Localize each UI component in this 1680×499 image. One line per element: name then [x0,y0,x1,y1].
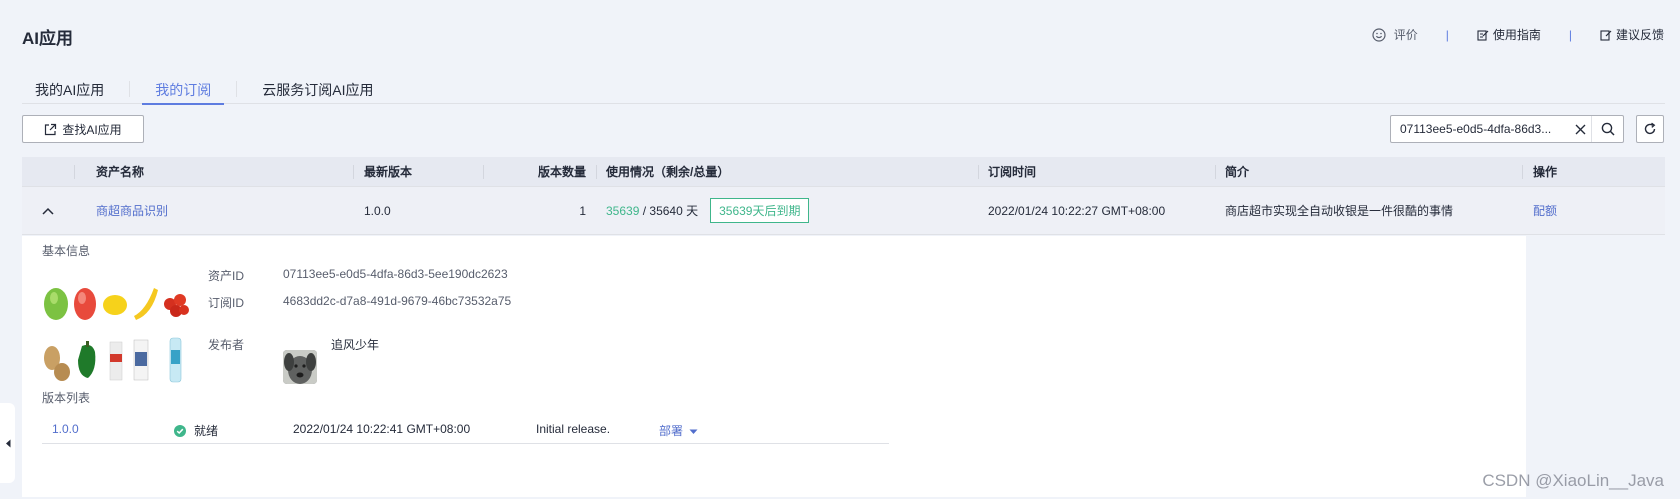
intro-cell: 商店超市实现全自动收银是一件很酷的事情 [1225,204,1454,218]
smile-icon [1372,27,1386,42]
chevron-up-icon [42,207,54,215]
expand-column-header [22,157,74,187]
subscribe-time-cell: 2022/01/24 10:22:27 GMT+08:00 [988,203,1166,218]
column-usage: 使用情况（剩余/总量） [596,157,978,187]
column-subscribe-time: 订阅时间 [978,157,1215,187]
subscription-table: 资产名称 最新版本 版本数量 使用情况（剩余/总量） 订阅时间 简介 操作 商超… [22,157,1665,235]
version-count-cell: 1 [579,203,586,218]
search-input[interactable] [1391,116,1569,142]
latest-version-cell: 1.0.0 [364,203,391,218]
caret-left-icon [5,439,10,447]
publisher-avatar [283,350,317,384]
deploy-dropdown[interactable]: 部署 [659,422,698,439]
expanded-detail-panel: 基本信息 资产ID 07113ee5-e0d5-4dfa-86d3-5ee190… [22,236,1526,497]
column-asset-name: 资产名称 [74,157,353,187]
watermark: CSDN @XiaoLin__Java [1482,471,1664,490]
basic-info-title: 基本信息 [42,244,91,258]
find-ai-app-label: 查找AI应用 [62,122,122,137]
asset-id-label: 资产ID [208,269,245,283]
actions-cell: 配额 [1522,187,1665,235]
success-check-icon [174,425,186,437]
top-links: 评价 | 使用指南 | 建议反馈 [1372,26,1664,43]
publisher-label: 发布者 [208,338,245,352]
table-header: 资产名称 最新版本 版本数量 使用情况（剩余/总量） 订阅时间 简介 操作 [22,157,1665,187]
rate-label: 评价 [1393,28,1418,42]
page-title: AI应用 [22,29,73,48]
version-desc: Initial release. [536,422,611,436]
table-row: 商超商品识别 1.0.0 1 35639 / 35640 天 35639天后到期… [22,187,1665,235]
asset-name-cell: 商超商品识别 [74,187,353,235]
search-box [1390,115,1624,143]
column-intro: 简介 [1215,157,1522,187]
version-link[interactable]: 1.0.0 [52,422,79,436]
rate-link[interactable]: 评价 [1372,26,1418,43]
subscribe-id-label: 订阅ID [208,296,245,310]
external-link-icon [45,123,57,135]
top-separator: | [1568,27,1572,42]
caret-down-icon [689,429,698,434]
tab-bar: 我的AI应用 我的订阅 云服务订阅AI应用 [22,70,1665,105]
column-actions: 操作 [1522,157,1665,187]
refresh-icon [1644,122,1656,135]
feedback-link[interactable]: 建议反馈 [1600,26,1664,43]
find-ai-app-button[interactable]: 查找AI应用 [22,115,144,143]
version-list-title: 版本列表 [42,391,91,405]
publisher-name: 追风少年 [331,338,380,352]
usage-total: 35640 天 [649,204,699,218]
tab-my-ai-apps[interactable]: 我的AI应用 [22,70,117,104]
close-icon [1575,124,1585,134]
top-separator: | [1445,27,1449,42]
version-time: 2022/01/24 10:22:41 GMT+08:00 [293,422,471,436]
search-icon [1601,122,1615,136]
asset-name-link[interactable]: 商超商品识别 [96,202,168,219]
quota-link[interactable]: 配额 [1533,202,1557,219]
tab-divider [129,81,131,97]
tab-divider [236,81,238,97]
usage-cell: 35639 / 35640 天 35639天后到期 [596,187,978,235]
usage-remaining: 35639 [606,203,640,218]
guide-link[interactable]: 使用指南 [1477,26,1541,43]
expire-badge: 35639天后到期 [710,198,810,223]
tab-cloud-subscriptions[interactable]: 云服务订阅AI应用 [249,70,386,104]
column-latest-version: 最新版本 [353,157,483,187]
version-status-label: 就绪 [194,424,219,438]
guide-icon [1477,29,1489,41]
subscribe-id-value: 4683dd2c-d7a8-491d-9679-46bc73532a75 [283,294,512,308]
asset-id-value: 07113ee5-e0d5-4dfa-86d3-5ee190dc2623 [283,267,508,281]
search-button[interactable] [1591,116,1623,142]
dog-avatar-icon [283,350,317,384]
edit-icon [1600,29,1612,41]
side-collapse-handle[interactable] [0,403,15,483]
version-row: 1.0.0 就绪 2022/01/24 10:22:41 GMT+08:00 I… [42,414,889,444]
clear-search-button[interactable] [1569,116,1591,142]
feedback-label: 建议反馈 [1615,28,1664,42]
tab-my-subscriptions[interactable]: 我的订阅 [142,70,225,105]
product-thumbnail [44,288,189,383]
refresh-button[interactable] [1636,115,1664,143]
guide-label: 使用指南 [1492,28,1541,42]
version-status: 就绪 [174,422,218,439]
deploy-label: 部署 [659,424,684,438]
column-version-count: 版本数量 [483,157,596,187]
usage-separator: / [639,203,650,218]
collapse-row-button[interactable] [22,187,74,235]
